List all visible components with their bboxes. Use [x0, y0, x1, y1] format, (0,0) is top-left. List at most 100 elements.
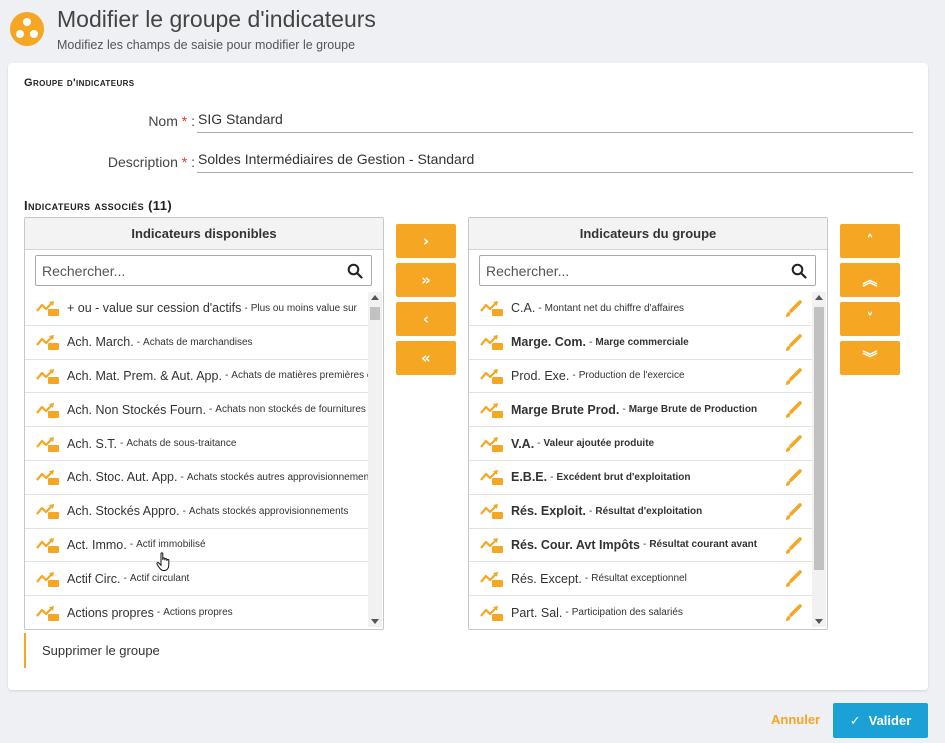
list-item[interactable]: Rés. Exploit. - Résultat d'exploitation	[469, 495, 813, 529]
group-scroll-thumb[interactable]	[814, 307, 824, 570]
item-description: Achats stockés approvisionnements	[188, 505, 349, 517]
edit-group-card: Groupe d'indicateurs Nom * : SIG Standar…	[8, 63, 928, 690]
available-scroll-thumb[interactable]	[370, 307, 380, 320]
item-code: Rés. Exploit.	[511, 504, 587, 519]
list-item[interactable]: Part. Sal. - Participation des salariés	[469, 596, 813, 627]
item-description: Valeur ajoutée produite	[543, 438, 655, 450]
item-description: Plus ou moins value sur	[250, 302, 357, 314]
item-description: Achats de marchandises	[143, 336, 253, 348]
move-up-button[interactable]: ˄	[840, 224, 900, 258]
edit-pencil-icon[interactable]	[783, 400, 803, 420]
group-logo-icon	[10, 12, 44, 46]
list-item[interactable]: C.A. - Montant net du chiffre d'affaires	[469, 292, 813, 326]
list-item[interactable]: Ach. March. - Achats de marchandises	[25, 326, 369, 360]
hand-cursor-icon	[156, 552, 170, 571]
list-item[interactable]: Actions propres - Actions propres	[25, 596, 369, 627]
move-right-button[interactable]: ›	[396, 224, 456, 258]
item-separator: -	[208, 404, 213, 416]
list-item[interactable]: Rés. Cour. Avt Impôts - Résultat courant a…	[469, 529, 813, 563]
scroll-up-arrow-icon[interactable]	[815, 295, 823, 300]
edit-pencil-icon[interactable]	[783, 502, 803, 522]
indicator-chart-icon	[36, 402, 59, 418]
list-item[interactable]: Ach. Mat. Prem. & Aut. App. - Achats de ma…	[25, 360, 369, 394]
list-item[interactable]: Ach. Stockés Appro. - Achats stockés appro…	[25, 495, 369, 529]
edit-pencil-icon[interactable]	[783, 434, 803, 454]
check-icon: ✓	[849, 713, 861, 729]
indicator-chart-icon	[36, 368, 59, 384]
move-down-button[interactable]: ˅	[840, 302, 900, 336]
item-description: Participation des salariés	[571, 607, 683, 619]
list-item[interactable]: E.B.E. - Excédent brut d'exploitation	[469, 461, 813, 495]
indicator-chart-icon	[36, 605, 59, 621]
item-description: Résultat d'exploitation	[595, 505, 703, 517]
item-separator: -	[120, 438, 124, 450]
group-scrollbar[interactable]	[812, 292, 826, 627]
move-top-button[interactable]: ︽	[840, 263, 900, 297]
list-item[interactable]: V.A. - Valeur ajoutée produite	[469, 427, 813, 461]
indicator-chart-icon	[480, 436, 503, 452]
item-separator: -	[550, 471, 554, 483]
item-code: Ach. Stockés Appro.	[67, 504, 180, 519]
page-title: Modifier le groupe d'indicateurs	[57, 6, 376, 32]
edit-pencil-icon[interactable]	[783, 367, 803, 387]
submit-button[interactable]: ✓ Valider	[833, 703, 928, 738]
name-field[interactable]: SIG Standard	[197, 105, 913, 133]
scroll-up-arrow-icon[interactable]	[371, 295, 379, 300]
item-separator: -	[589, 505, 593, 517]
group-section-title: Groupe d'indicateurs	[24, 77, 135, 89]
list-item[interactable]: Marge. Com. - Marge commerciale	[469, 326, 813, 360]
item-code: C.A.	[511, 301, 536, 316]
search-icon[interactable]	[347, 263, 363, 279]
available-search-box	[35, 255, 372, 286]
indicator-chart-icon	[480, 335, 503, 351]
list-item[interactable]: Actif Circ. - Actif circulant	[25, 562, 369, 597]
move-all-right-button[interactable]: »	[396, 263, 456, 297]
scroll-down-arrow-icon[interactable]	[815, 619, 823, 624]
move-left-button[interactable]: ‹	[396, 302, 456, 336]
indicator-chart-icon	[480, 402, 503, 418]
delete-group-button[interactable]: Supprimer le groupe	[24, 633, 184, 668]
group-items-list: C.A. - Montant net du chiffre d'affaires Ma…	[469, 292, 813, 627]
move-bottom-button[interactable]: ︾	[840, 341, 900, 375]
list-item[interactable]: Ach. S.T. - Achats de sous-traitance	[25, 427, 369, 461]
available-scrollbar[interactable]	[368, 292, 382, 627]
edit-pencil-icon[interactable]	[783, 569, 803, 589]
edit-pencil-icon[interactable]	[783, 333, 803, 353]
list-item[interactable]: Marge Brute Prod. - Marge Brute de Product…	[469, 393, 813, 428]
item-description: Marge commerciale	[595, 336, 689, 348]
item-separator: -	[642, 539, 647, 551]
list-item[interactable]: Rés. Except. - Résultat exceptionnel	[469, 562, 813, 597]
item-code: Rés. Cour. Avt Impôts	[511, 537, 640, 552]
item-description: Production de l'exercice	[578, 370, 685, 382]
indicator-chart-icon	[480, 504, 503, 520]
edit-pencil-icon[interactable]	[783, 468, 803, 488]
available-search-input[interactable]	[36, 256, 326, 285]
list-item[interactable]: Act. Immo. - Actif immobilisé	[25, 529, 369, 563]
name-label: Nom * :	[148, 113, 195, 129]
item-description: Résultat courant avant	[649, 539, 758, 551]
edit-pencil-icon[interactable]	[783, 536, 803, 556]
item-separator: -	[622, 404, 626, 416]
list-item[interactable]: + ou - value sur cession d'actifs - Plus o…	[25, 292, 369, 326]
scroll-down-arrow-icon[interactable]	[371, 619, 379, 624]
cancel-button[interactable]: Annuler	[771, 712, 820, 727]
list-item[interactable]: Prod. Exe. - Production de l'exercice	[469, 360, 813, 394]
edit-pencil-icon[interactable]	[783, 603, 803, 623]
group-search-input[interactable]	[480, 256, 770, 285]
indicator-chart-icon	[480, 605, 503, 621]
search-icon[interactable]	[791, 263, 807, 279]
description-field[interactable]: Soldes Intermédiaires de Gestion - Stand…	[197, 145, 913, 173]
item-description: Résultat exceptionnel	[591, 573, 687, 585]
list-item[interactable]: Ach. Non Stockés Fourn. - Achats non stock…	[25, 393, 369, 428]
item-description: Montant net du chiffre d'affaires	[544, 302, 685, 314]
item-code: Prod. Exe.	[511, 368, 570, 383]
list-item[interactable]: Ach. Stoc. Aut. App. - Achats stockés autr…	[25, 461, 369, 495]
item-code: Ach. Non Stockés Fourn.	[67, 402, 206, 417]
indicator-chart-icon	[36, 335, 59, 351]
transfer-buttons: › » ‹ «	[396, 224, 456, 380]
item-description: Excédent brut d'exploitation	[556, 471, 691, 483]
edit-pencil-icon[interactable]	[783, 299, 803, 319]
item-code: Ach. S.T.	[67, 436, 118, 451]
move-all-left-button[interactable]: «	[396, 341, 456, 375]
indicator-chart-icon	[480, 470, 503, 486]
